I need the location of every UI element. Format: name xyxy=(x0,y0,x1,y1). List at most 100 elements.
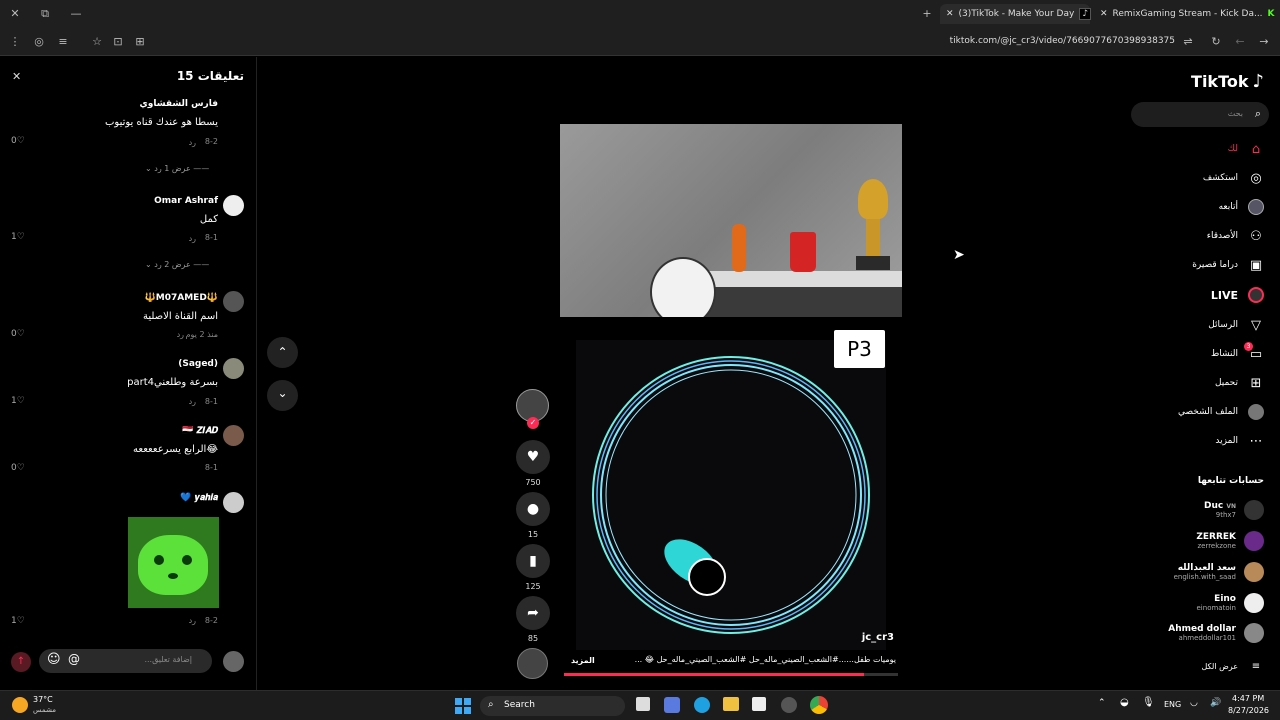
share-icon[interactable]: ⊞ xyxy=(133,35,147,49)
caption-more[interactable]: المزيد xyxy=(571,656,595,665)
tray-chevron-icon[interactable]: ⌃ xyxy=(1098,698,1106,708)
nav-friends[interactable]: الأصدقاء ⚇ xyxy=(1207,228,1264,244)
like-comment[interactable]: 0♡ xyxy=(11,136,25,146)
close-comments-icon[interactable]: ✕ xyxy=(12,70,21,83)
mention-button[interactable]: @ xyxy=(68,652,80,666)
nav-live[interactable]: LIVE xyxy=(1211,287,1264,303)
tab-actions-icon[interactable]: ⧉ xyxy=(38,7,52,21)
like-comment[interactable]: 1♡ xyxy=(11,232,25,242)
following-account[interactable]: Eino einomatoin xyxy=(1197,593,1264,613)
following-account[interactable]: سعد العبدالله english.with_saad xyxy=(1174,562,1264,582)
store-icon[interactable] xyxy=(664,697,680,713)
nav-for-you[interactable]: لك ⌂ xyxy=(1228,141,1264,157)
reply-button[interactable]: رد xyxy=(177,330,184,339)
upload-icon: ⊞ xyxy=(1250,375,1262,391)
send-button[interactable]: ↑ xyxy=(11,652,31,672)
comment-action[interactable]: ● 15 xyxy=(516,492,550,539)
weather-temp[interactable]: 37°C xyxy=(33,695,53,704)
address-bar[interactable]: tiktok.com/@jc_cr3/video/766907767039893… xyxy=(920,36,1175,46)
avatar[interactable] xyxy=(223,492,244,513)
avatar[interactable] xyxy=(223,291,244,312)
menu-dots-icon[interactable]: ⋮ xyxy=(8,35,22,49)
install-app-icon[interactable]: ⊡ xyxy=(111,35,125,49)
view-replies[interactable]: ⌄ عرض 1 رد —— xyxy=(145,164,209,173)
like-comment[interactable]: 1♡ xyxy=(11,616,25,626)
nav-messages[interactable]: الرسائل ▽ xyxy=(1208,317,1264,333)
wifi-icon[interactable]: ◡ xyxy=(1190,698,1198,708)
task-view-icon[interactable] xyxy=(636,697,650,711)
avatar[interactable] xyxy=(223,195,244,216)
comment-author[interactable]: 💙 𝒚𝒂𝒉𝒊𝒂 xyxy=(180,493,218,503)
tab-kick[interactable]: ✕ RemixGaming Stream - Kick Da... K xyxy=(1100,4,1275,24)
sound-disc-icon[interactable] xyxy=(517,648,548,679)
video-progress[interactable] xyxy=(564,673,898,676)
volume-icon[interactable]: 🔊 xyxy=(1210,698,1221,708)
reply-button[interactable]: رد xyxy=(189,616,196,625)
comment-author[interactable]: فارس الشقشاوي xyxy=(140,99,219,109)
mic-icon[interactable]: 🎙 xyxy=(1142,697,1155,708)
microsoft-store-icon[interactable] xyxy=(752,697,766,711)
app-icon[interactable] xyxy=(781,697,797,713)
share-action[interactable]: ➦ 85 xyxy=(516,596,550,643)
save-action[interactable]: ▮ 125 xyxy=(516,544,550,591)
nav-activity[interactable]: النشاط ▭ 3 xyxy=(1211,342,1264,362)
language-indicator[interactable]: ENG xyxy=(1164,700,1181,709)
network-icon[interactable]: ◒ xyxy=(1120,697,1129,708)
avatar[interactable] xyxy=(223,425,244,446)
next-video-button[interactable]: ⌄ xyxy=(267,380,298,411)
comment-input[interactable]: ☺ @ إضافة تعليق... xyxy=(39,649,212,673)
new-tab-icon[interactable]: + xyxy=(920,7,934,21)
reload-icon[interactable]: ↻ xyxy=(1209,35,1223,49)
tab-close-icon[interactable]: ✕ xyxy=(946,9,954,19)
file-explorer-icon[interactable] xyxy=(723,697,739,711)
reading-list-icon[interactable]: ≡ xyxy=(56,35,70,49)
minimize-icon[interactable]: — xyxy=(69,7,83,21)
following-account[interactable]: Duc VN 9thx7 xyxy=(1204,500,1264,520)
tab-close-icon[interactable]: ✕ xyxy=(1100,9,1108,19)
back-icon[interactable]: → xyxy=(1257,35,1271,49)
tab-tiktok[interactable]: ✕ (3)TikTok - Make Your Day ♪ xyxy=(940,4,1092,24)
emoji-icon[interactable]: ☺ xyxy=(47,652,61,667)
see-all-following[interactable]: عرض الكل ≡ xyxy=(1201,658,1264,674)
tiktok-logo[interactable]: TikTok ♪ xyxy=(1191,71,1264,92)
following-account[interactable]: Ahmed dollar ahmeddollar101 xyxy=(1168,623,1264,643)
compass-icon: ◎ xyxy=(1250,170,1262,186)
comment-author[interactable]: (Saged) xyxy=(178,359,218,369)
like-comment[interactable]: 1♡ xyxy=(11,396,25,406)
nav-drama[interactable]: دراما قصيرة ▣ xyxy=(1192,257,1264,273)
like-comment[interactable]: 0♡ xyxy=(11,329,25,339)
nav-label: استكشف xyxy=(1202,173,1238,183)
video-top-frame[interactable] xyxy=(560,124,902,317)
windows-start-icon[interactable] xyxy=(455,698,471,714)
like-comment[interactable]: 0♡ xyxy=(11,463,25,473)
prev-video-button[interactable]: ⌃ xyxy=(267,337,298,368)
edge-icon[interactable] xyxy=(694,697,710,713)
close-window-icon[interactable]: ✕ xyxy=(8,7,22,21)
clock-time[interactable]: 4:47 PM xyxy=(1232,694,1264,703)
like-action[interactable]: ♥ 750 xyxy=(516,440,550,487)
following-account[interactable]: ZERREK zerrekzone xyxy=(1196,531,1264,551)
comment-author[interactable]: 🇪🇬 𝒁𝑰𝑨𝑫 xyxy=(182,426,218,436)
site-settings-icon[interactable]: ⇌ xyxy=(1181,35,1195,49)
chrome-icon[interactable] xyxy=(810,696,828,714)
nav-following[interactable]: أتابعه xyxy=(1219,199,1264,215)
video-main-frame[interactable]: P3 jc_cr3 xyxy=(576,330,894,650)
follow-check-icon[interactable]: ✓ xyxy=(527,417,539,429)
reply-button[interactable]: رد xyxy=(189,138,196,147)
nav-upload[interactable]: تحميل ⊞ xyxy=(1215,375,1264,391)
avatar[interactable] xyxy=(223,358,244,379)
view-replies[interactable]: ⌄ عرض 2 رد —— xyxy=(145,260,209,269)
taskbar-search[interactable]: ⌕ Search xyxy=(480,696,625,716)
nav-profile[interactable]: الملف الشخصي xyxy=(1178,404,1264,420)
bookmark-star-icon[interactable]: ☆ xyxy=(90,35,104,49)
reply-button[interactable]: رد xyxy=(189,397,196,406)
comment-author[interactable]: 🔱M07AMED🔱 xyxy=(145,293,218,303)
extension-icon[interactable]: ◎ xyxy=(32,35,46,49)
nav-explore[interactable]: استكشف ◎ xyxy=(1203,170,1264,186)
nav-more[interactable]: المزيد ⋯ xyxy=(1215,433,1264,449)
forward-icon[interactable]: ← xyxy=(1233,35,1247,49)
video-author[interactable]: jc_cr3 xyxy=(862,632,894,643)
comment-author[interactable]: Omar Ashraf xyxy=(154,196,218,206)
search-input[interactable]: ⌕ بحث xyxy=(1131,102,1269,127)
reply-button[interactable]: رد xyxy=(189,234,196,243)
